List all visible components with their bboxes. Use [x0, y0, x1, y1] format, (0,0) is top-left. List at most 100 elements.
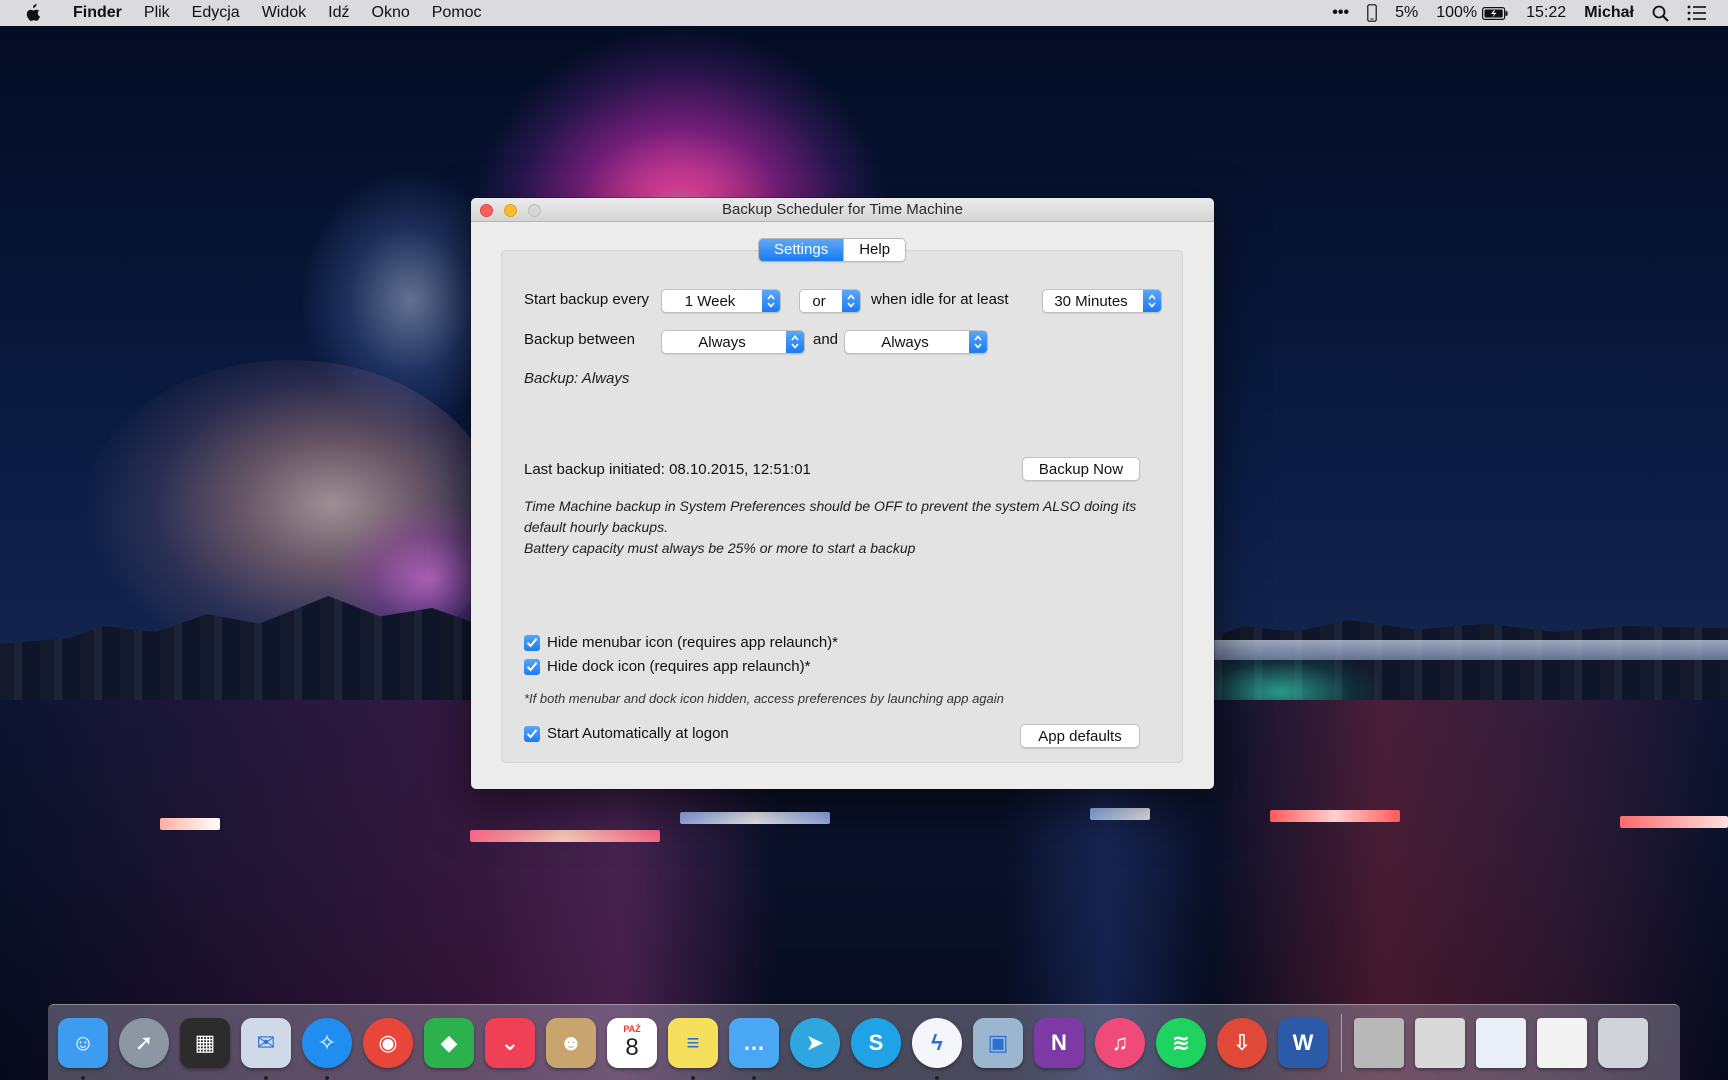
hide-menubar-checkbox-row[interactable]: Hide menubar icon (requires app relaunch… [524, 634, 838, 651]
spotify-icon[interactable]: ≋ [1156, 1017, 1206, 1068]
safari-glyph: ✧ [317, 1029, 337, 1055]
word-glyph: W [1292, 1029, 1314, 1055]
backup-between-label: Backup between [524, 331, 635, 348]
hide-menubar-checkbox[interactable] [524, 634, 540, 651]
feedly-icon[interactable]: ◆ [424, 1017, 474, 1068]
messenger-icon[interactable]: ϟ [912, 1017, 962, 1080]
phone-icon[interactable] [1358, 4, 1386, 22]
title-bar[interactable]: Backup Scheduler for Time Machine [471, 198, 1214, 222]
between-from-popup[interactable]: Always [661, 330, 805, 354]
pocket-icon[interactable]: ⌄ [485, 1017, 535, 1068]
window-title: Backup Scheduler for Time Machine [722, 201, 963, 218]
battery-status[interactable]: 100% [1427, 0, 1517, 26]
tab-help[interactable]: Help [843, 239, 906, 261]
running-indicator [264, 1075, 268, 1080]
downloads-stack-icon[interactable] [1415, 1017, 1465, 1068]
boat [1090, 808, 1150, 820]
backup-summary: Backup: Always [524, 370, 630, 387]
photo-viewer-glyph: ▦ [194, 1029, 216, 1055]
photo-viewer-icon[interactable]: ▦ [180, 1017, 230, 1068]
idle-duration-popup[interactable]: 30 Minutes [1042, 289, 1162, 313]
icons-footnote: *If both menubar and dock icon hidden, a… [524, 691, 1004, 706]
launchpad-icon[interactable]: ➚ [119, 1017, 169, 1068]
word-icon[interactable]: W [1278, 1017, 1328, 1068]
menu-bar: Finder Plik Edycja Widok Idź Okno Pomoc … [0, 0, 1728, 26]
apple-logo-icon[interactable] [24, 4, 42, 22]
interval-popup[interactable]: 1 Week [661, 289, 781, 313]
messages-glyph: … [743, 1029, 765, 1055]
trash-icon[interactable] [1598, 1017, 1648, 1068]
chrome-icon[interactable]: ◉ [363, 1017, 413, 1068]
and-label: and [813, 331, 839, 348]
between-to-value: Always [881, 333, 929, 351]
mail-stamp-icon[interactable]: ✉ [241, 1017, 291, 1080]
running-indicator [691, 1075, 695, 1080]
skype-glyph: S [868, 1029, 884, 1055]
backup-now-button[interactable]: Backup Now [1022, 457, 1140, 481]
backup-scheduler-window: Backup Scheduler for Time Machine Settin… [471, 198, 1214, 789]
finder-icon[interactable]: ☺ [58, 1017, 108, 1080]
clock[interactable]: 15:22 [1517, 0, 1575, 26]
hide-menubar-label[interactable]: Hide menubar icon (requires app relaunch… [547, 634, 838, 651]
notes-icon[interactable]: ≡ [668, 1017, 718, 1080]
between-to-popup[interactable]: Always [844, 330, 988, 354]
popup-arrows-icon [786, 331, 804, 353]
boat [470, 830, 660, 842]
preview-icon[interactable]: ▣ [973, 1017, 1023, 1068]
hide-dock-checkbox[interactable] [524, 658, 540, 675]
calendar-icon[interactable]: PAŹ 8 [607, 1017, 657, 1068]
skype-icon[interactable]: S [851, 1017, 901, 1068]
notes-stack-icon[interactable] [1537, 1017, 1587, 1068]
menu-okno[interactable]: Okno [361, 0, 421, 26]
start-auto-checkbox[interactable] [524, 725, 540, 742]
running-indicator [752, 1075, 756, 1080]
zoom-window-button[interactable] [528, 204, 541, 217]
tab-settings[interactable]: Settings [759, 239, 844, 261]
last-backup-text: Last backup initiated: 08.10.2015, 12:51… [524, 461, 811, 478]
itunes-icon[interactable]: ♫ [1095, 1017, 1145, 1068]
folder-stack-icon[interactable] [1354, 1017, 1404, 1068]
time-machine-note: Time Machine backup in System Preference… [524, 496, 1164, 559]
start-auto-label[interactable]: Start Automatically at logon [547, 725, 729, 742]
note-line-3: Battery capacity must always be 25% or m… [524, 540, 916, 556]
safari-icon[interactable]: ✧ [302, 1017, 352, 1080]
close-window-button[interactable] [480, 204, 493, 217]
menu-app-name[interactable]: Finder [62, 0, 133, 26]
popup-arrows-icon [762, 290, 780, 312]
battery-icon [1482, 6, 1508, 20]
minimize-window-button[interactable] [504, 204, 517, 217]
or-popup[interactable]: or [799, 289, 861, 313]
app-defaults-button[interactable]: App defaults [1020, 724, 1140, 748]
notes-glyph: ≡ [686, 1029, 700, 1055]
menu-plik[interactable]: Plik [133, 0, 181, 26]
spotlight-search-icon[interactable] [1643, 5, 1678, 22]
menu-widok[interactable]: Widok [251, 0, 317, 26]
documents-stack-icon[interactable] [1476, 1017, 1526, 1068]
popup-arrows-icon [969, 331, 987, 353]
cpu-percent[interactable]: 5% [1386, 0, 1427, 26]
onenote-icon[interactable]: N [1034, 1017, 1084, 1068]
popup-arrows-icon [842, 290, 860, 312]
dock-separator [1341, 1013, 1342, 1072]
launchpad-glyph: ➚ [134, 1029, 154, 1055]
popup-arrows-icon [1143, 290, 1161, 312]
contacts-glyph: ☻ [559, 1029, 583, 1055]
hide-dock-label[interactable]: Hide dock icon (requires app relaunch)* [547, 658, 810, 675]
start-auto-checkbox-row[interactable]: Start Automatically at logon [524, 725, 729, 742]
telegram-icon[interactable]: ➤ [790, 1017, 840, 1068]
menu-edycja[interactable]: Edycja [181, 0, 251, 26]
user-name[interactable]: Michał [1575, 0, 1643, 26]
spotify-glyph: ≋ [1171, 1029, 1191, 1055]
hide-dock-checkbox-row[interactable]: Hide dock icon (requires app relaunch)* [524, 658, 810, 675]
more-menu-extras[interactable]: ••• [1323, 0, 1358, 26]
running-indicator [325, 1075, 329, 1080]
boat [1270, 810, 1400, 822]
messages-icon[interactable]: … [729, 1017, 779, 1080]
menu-pomoc[interactable]: Pomoc [421, 0, 493, 26]
menu-idz[interactable]: Idź [317, 0, 360, 26]
notification-center-icon[interactable] [1678, 5, 1716, 21]
contacts-icon[interactable]: ☻ [546, 1017, 596, 1068]
boat [680, 812, 830, 824]
transmit-icon[interactable]: ⇩ [1217, 1017, 1267, 1068]
dock: ☺ ➚ ▦ ✉ ✧ ◉ ◆ ⌄ ☻ PAŹ 8 ≡ … ➤ Sϟ ▣ N ♫ ≋ ⇩ W [48, 1004, 1680, 1080]
